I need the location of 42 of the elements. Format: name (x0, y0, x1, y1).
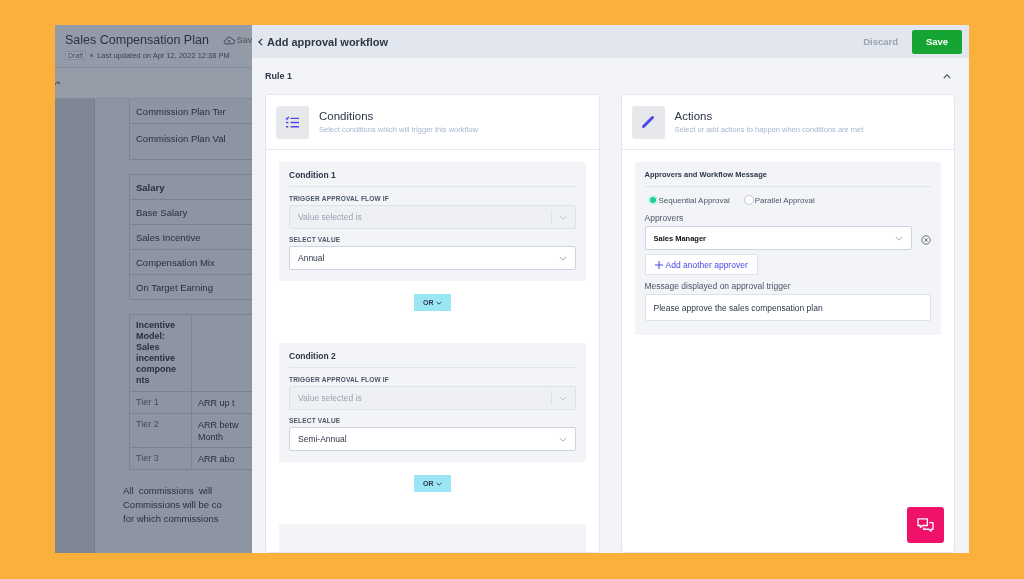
plus-icon[interactable] (654, 260, 663, 269)
document-title: Sales Compensation Plan (65, 33, 209, 47)
add-approver-button[interactable]: Add another approver (644, 254, 758, 275)
table-cell: Tier 3 (130, 448, 192, 469)
field-label: Message displayed on approval trigger (644, 281, 792, 291)
table-cell-text: ARR betw Month (197, 419, 240, 444)
radio-option[interactable]: Parallel Approval (743, 195, 815, 205)
select-field[interactable]: Annual (289, 246, 576, 270)
chevron-down-icon[interactable] (435, 481, 442, 486)
pencil-icon (631, 105, 665, 139)
checklist-icon (276, 105, 309, 139)
back-button[interactable]: Add approval workflow (258, 35, 388, 48)
remove-icon[interactable] (921, 235, 931, 245)
redo-icon[interactable] (55, 78, 62, 88)
table-cell-text: On Target Earning (135, 280, 214, 295)
radio-option[interactable]: Sequential Approval (647, 195, 730, 205)
message-input[interactable]: Please approve the sales compensation plan (644, 294, 931, 321)
chat-button[interactable] (907, 507, 944, 543)
condition-title: Condition 1 (289, 170, 576, 187)
table-cell-text: Commission Plan Val (135, 132, 227, 146)
card-title: Conditions (319, 110, 375, 122)
chevron-down-icon[interactable] (895, 235, 903, 241)
chevron-down-icon[interactable] (558, 436, 567, 442)
table-cell-text: ARR up t (197, 397, 236, 410)
card-title: Actions (674, 110, 714, 122)
table-cell: Tier 2 (130, 414, 192, 447)
collapse-caret-icon[interactable] (943, 73, 951, 79)
chevron-down-icon[interactable] (558, 255, 567, 261)
save-status: Sav (222, 35, 252, 45)
paragraph: All commissions will Commissions will be co for which commissions (123, 484, 223, 526)
chevron-down-icon[interactable] (435, 300, 442, 305)
condition-title: Condition 2 (289, 351, 576, 368)
table-cell: Tier 1 (130, 392, 192, 413)
chat-icon[interactable] (917, 517, 934, 533)
table-header-cell: Incentive Model: Sales incentive compone nts (130, 315, 192, 391)
back-chevron-icon[interactable] (258, 37, 263, 46)
separator-dot (90, 54, 94, 57)
rule-title: Rule 1 (265, 71, 292, 81)
field-label: Approvers (644, 213, 685, 223)
cloud-upload-icon (222, 35, 235, 45)
select-field[interactable]: Semi-Annual (289, 427, 576, 451)
table-cell-text: ARR abo (197, 453, 236, 466)
